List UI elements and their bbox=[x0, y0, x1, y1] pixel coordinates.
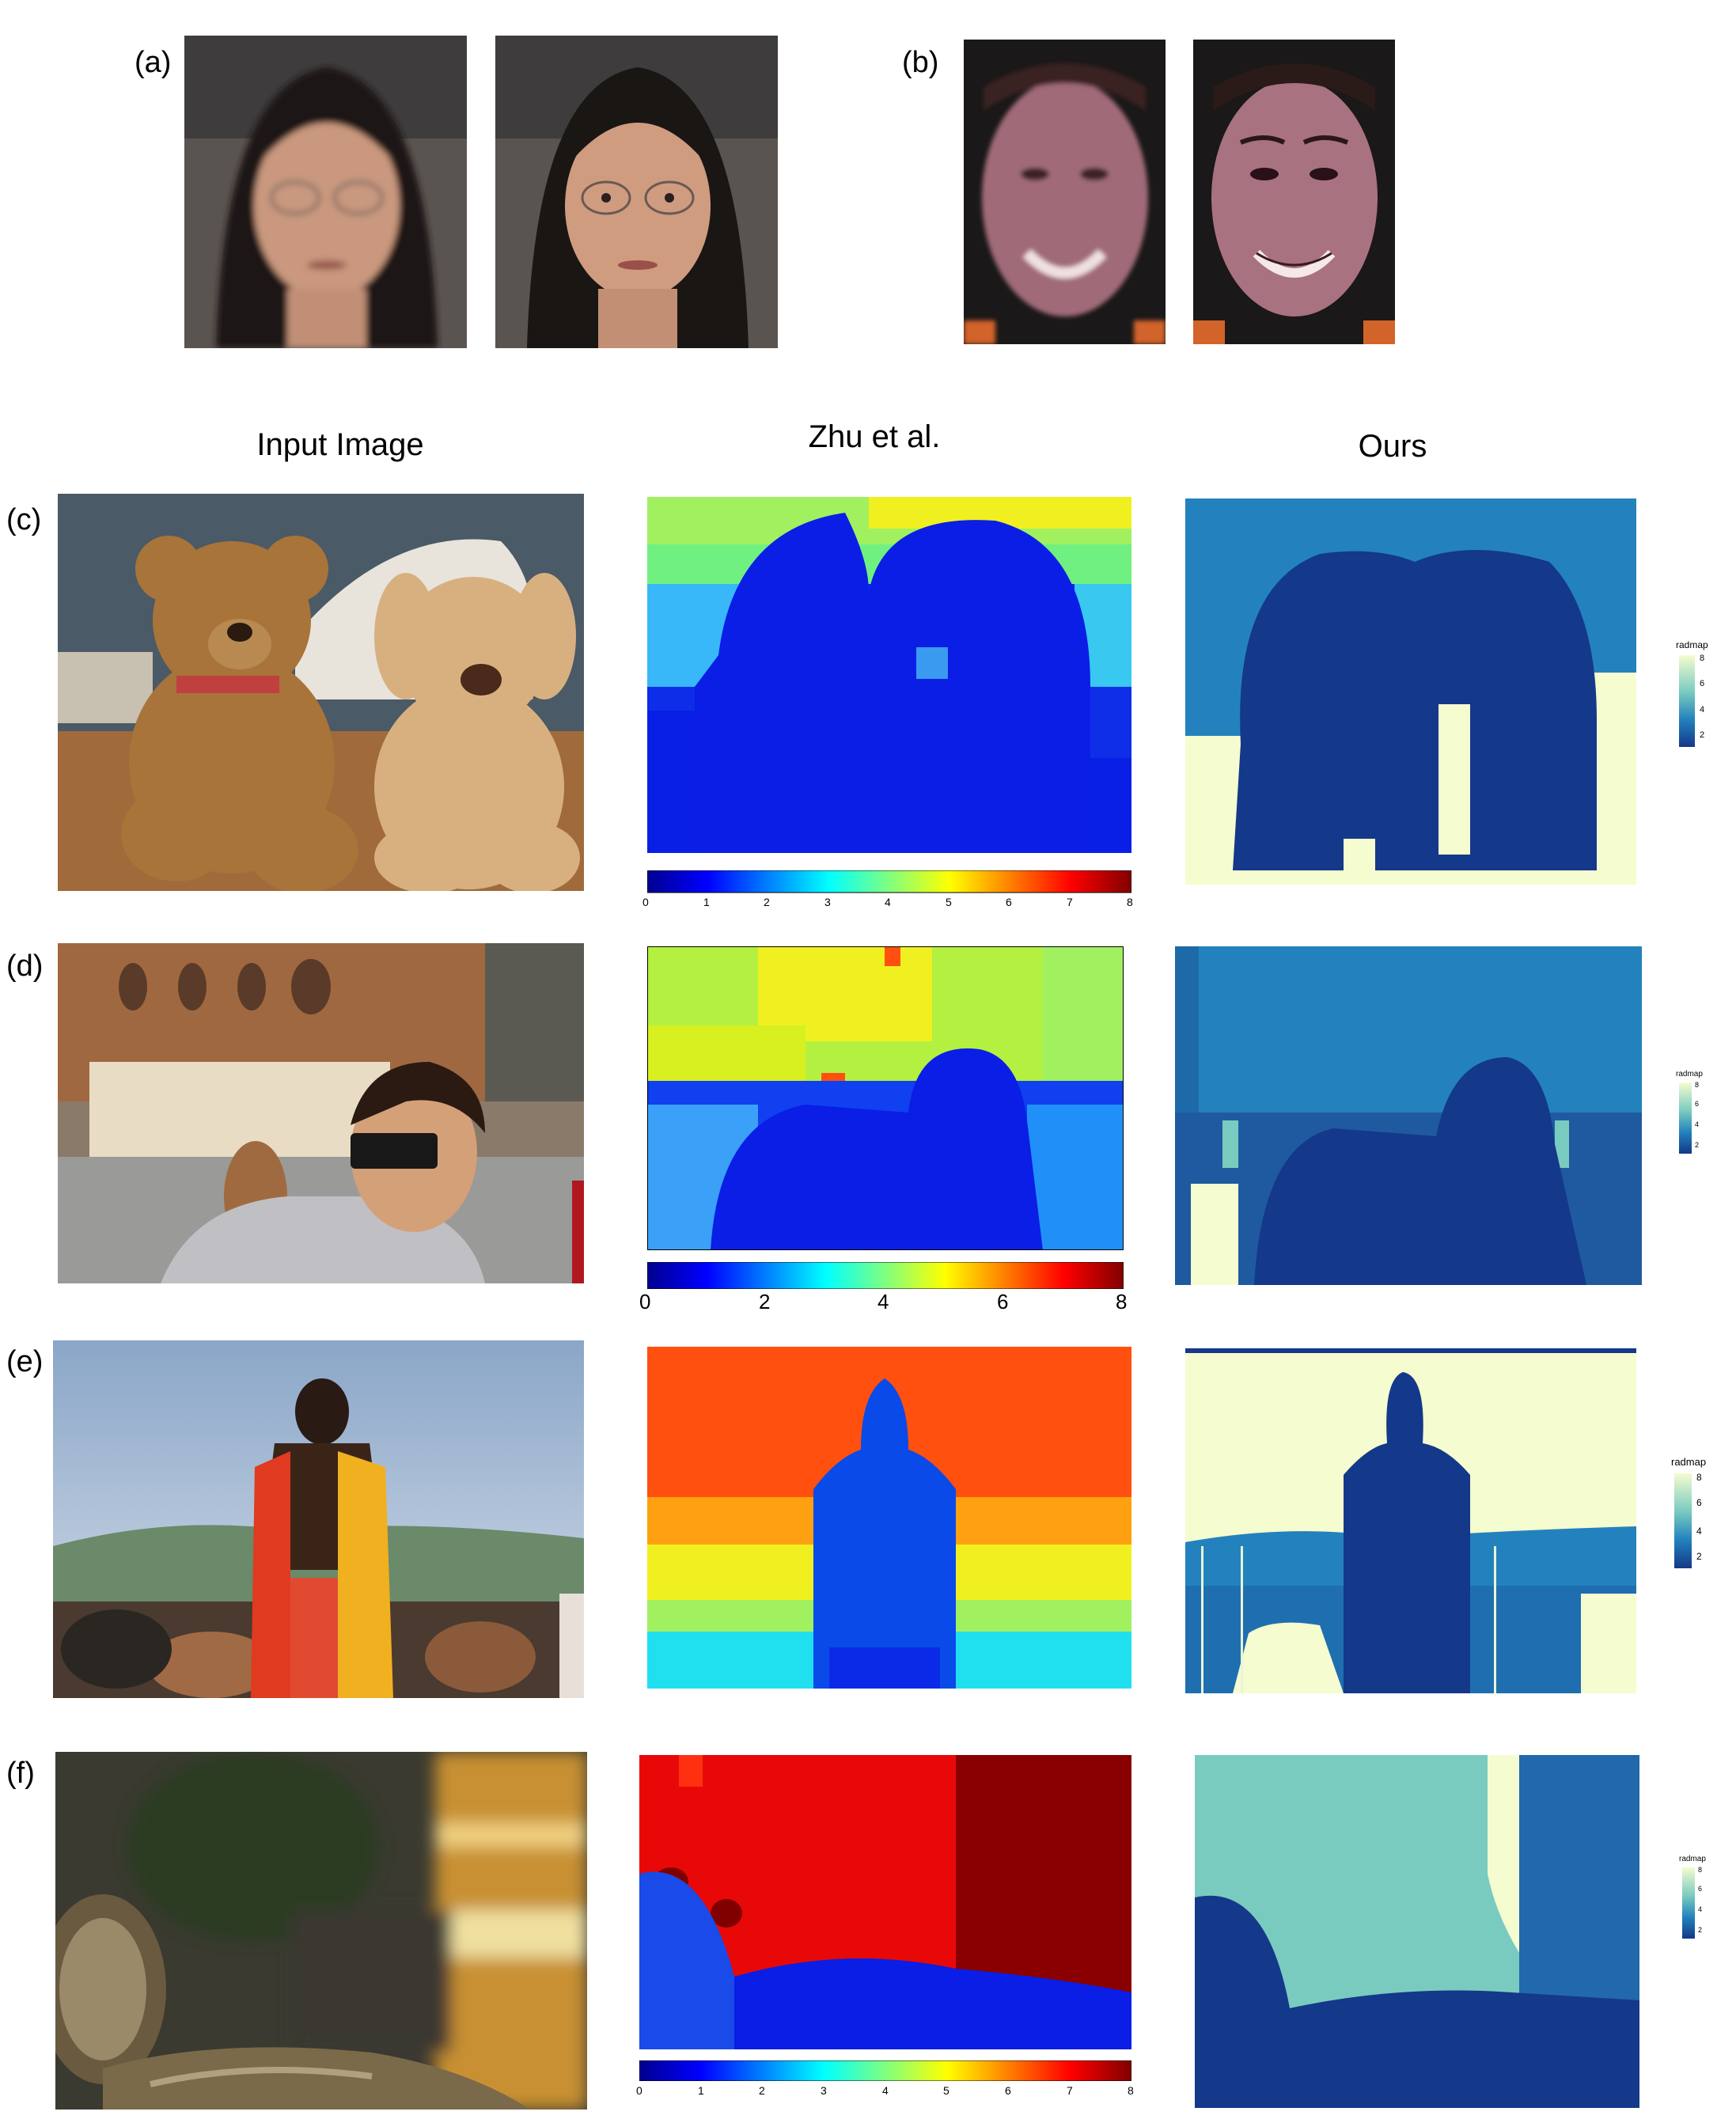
legend-tick: 4 bbox=[1696, 1526, 1702, 1537]
zhu-defocus-map-f bbox=[639, 1755, 1131, 2049]
legend-c: radmap 8 6 4 2 bbox=[1676, 639, 1736, 749]
label-a: (a) bbox=[135, 46, 172, 79]
legend-tick: 2 bbox=[1698, 1926, 1703, 1934]
tick-label: 1 bbox=[703, 896, 710, 908]
header-input-image: Input Image bbox=[256, 427, 424, 462]
legend-tick: 8 bbox=[1700, 654, 1705, 663]
label-c: (c) bbox=[6, 503, 42, 536]
legend-e: radmap 8 6 4 2 bbox=[1671, 1456, 1736, 1570]
tick-label: 6 bbox=[1005, 2084, 1011, 2097]
legend-tick: 8 bbox=[1695, 1081, 1700, 1089]
face-b-sharp bbox=[1193, 40, 1395, 344]
colorbar-c-ticks: 0 1 2 3 4 5 6 7 8 bbox=[639, 896, 1139, 912]
legend-tick: 2 bbox=[1700, 730, 1705, 740]
tick-label: 4 bbox=[882, 2084, 889, 2097]
tick-label: 4 bbox=[877, 1290, 889, 1313]
tick-label: 0 bbox=[639, 1290, 651, 1313]
legend-tick: 6 bbox=[1698, 1885, 1703, 1893]
legend-tick: 8 bbox=[1698, 1866, 1703, 1874]
legend-tick: 6 bbox=[1696, 1497, 1702, 1508]
tick-label: 7 bbox=[1067, 896, 1073, 908]
legend-tick: 2 bbox=[1695, 1141, 1700, 1149]
input-image-camera-person bbox=[58, 943, 584, 1283]
tick-label: 8 bbox=[1128, 2084, 1134, 2097]
ours-defocus-map-d bbox=[1175, 946, 1642, 1285]
legend-tick: 6 bbox=[1695, 1100, 1700, 1108]
tick-label: 5 bbox=[943, 2084, 949, 2097]
colorbar-f bbox=[639, 2060, 1131, 2081]
colorbar-d bbox=[647, 1262, 1124, 1289]
legend-f: radmap 8 6 4 2 bbox=[1679, 1855, 1736, 1940]
header-zhu: Zhu et al. bbox=[808, 419, 941, 454]
tick-label: 7 bbox=[1067, 2084, 1073, 2097]
label-e: (e) bbox=[6, 1345, 44, 1378]
face-b-blurred bbox=[964, 40, 1166, 344]
input-image-ornate-vessel bbox=[55, 1752, 587, 2110]
tick-label: 2 bbox=[759, 1290, 771, 1313]
face-a-blurred bbox=[184, 36, 467, 348]
legend-tick: 4 bbox=[1695, 1120, 1700, 1128]
face-a-sharp bbox=[495, 36, 778, 348]
legend-tick: 6 bbox=[1700, 679, 1705, 688]
legend-title: radmap bbox=[1676, 639, 1708, 650]
tick-label: 2 bbox=[759, 2084, 765, 2097]
ours-defocus-map-f bbox=[1195, 1755, 1639, 2108]
legend-tick: 4 bbox=[1700, 705, 1705, 715]
tick-label: 6 bbox=[1006, 896, 1012, 908]
legend-tick: 8 bbox=[1696, 1472, 1702, 1483]
tick-label: 1 bbox=[698, 2084, 704, 2097]
input-image-man-with-phone bbox=[53, 1340, 584, 1698]
legend-title: radmap bbox=[1671, 1456, 1707, 1468]
tick-label: 2 bbox=[764, 896, 770, 908]
colorbar-f-ticks: 0 1 2 3 4 5 6 7 8 bbox=[633, 2084, 1141, 2100]
tick-label: 5 bbox=[946, 896, 952, 908]
legend-tick: 4 bbox=[1698, 1905, 1703, 1913]
tick-label: 3 bbox=[821, 2084, 827, 2097]
tick-label: 6 bbox=[997, 1290, 1009, 1313]
tick-label: 0 bbox=[642, 896, 649, 908]
legend-title: radmap bbox=[1676, 1070, 1703, 1078]
label-d: (d) bbox=[6, 950, 44, 983]
tick-label: 4 bbox=[885, 896, 891, 908]
colorbar-d-ticks: 0 2 4 6 8 bbox=[639, 1290, 1131, 1313]
zhu-defocus-map-e bbox=[647, 1347, 1131, 1689]
tick-label: 3 bbox=[824, 896, 831, 908]
legend-tick: 2 bbox=[1696, 1551, 1702, 1562]
tick-label: 8 bbox=[1116, 1290, 1128, 1313]
zhu-defocus-map-d bbox=[647, 946, 1124, 1250]
ours-defocus-map-e bbox=[1185, 1348, 1636, 1693]
legend-d: radmap 8 6 4 2 bbox=[1676, 1070, 1736, 1155]
label-f: (f) bbox=[6, 1757, 35, 1790]
header-ours: Ours bbox=[1358, 429, 1427, 464]
tick-label: 8 bbox=[1127, 896, 1133, 908]
ours-defocus-map-c bbox=[1185, 498, 1636, 885]
zhu-defocus-map-c bbox=[647, 497, 1131, 853]
legend-title: radmap bbox=[1679, 1855, 1706, 1863]
tick-label: 0 bbox=[636, 2084, 642, 2097]
input-image-teddy-bears bbox=[58, 494, 584, 891]
label-b: (b) bbox=[902, 46, 939, 79]
